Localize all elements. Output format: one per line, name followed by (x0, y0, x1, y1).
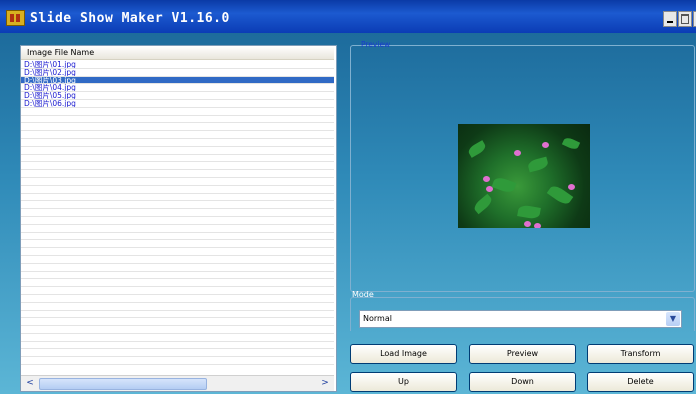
empty-list-row[interactable] (21, 279, 334, 288)
minimize-button[interactable] (663, 11, 677, 27)
empty-list-row[interactable] (21, 155, 334, 163)
preview-button[interactable]: Preview (469, 344, 576, 364)
empty-list-row[interactable] (21, 233, 334, 241)
preview-group-label: Preview (361, 40, 391, 49)
empty-list-row[interactable] (21, 240, 334, 249)
empty-list-row[interactable] (21, 209, 334, 217)
list-item[interactable]: D:\图片\01.jpg (21, 61, 334, 69)
mode-label: Mode (352, 290, 374, 299)
empty-list-row[interactable] (21, 194, 334, 202)
list-rows[interactable]: D:\图片\01.jpg D:\图片\02.jpg D:\图片\03.jpg D:\图… (21, 61, 334, 371)
empty-list-row[interactable] (21, 139, 334, 147)
empty-list-row[interactable] (21, 318, 334, 327)
empty-list-row[interactable] (21, 225, 334, 233)
empty-list-row[interactable] (21, 326, 334, 334)
scroll-right-button[interactable]: > (318, 377, 332, 389)
mode-select[interactable]: Normal ▼ (359, 310, 682, 328)
empty-list-row[interactable] (21, 186, 334, 194)
list-item[interactable]: D:\图片\03.jpg (21, 76, 334, 85)
up-button[interactable]: Up (350, 372, 457, 392)
mode-select-value: Normal (363, 314, 392, 323)
empty-list-row[interactable] (21, 272, 334, 280)
scroll-left-button[interactable]: < (23, 377, 37, 389)
empty-list-row[interactable] (21, 295, 334, 303)
load-image-button[interactable]: Load Image (350, 344, 457, 364)
empty-list-row[interactable] (21, 342, 334, 350)
delete-button[interactable]: Delete (587, 372, 694, 392)
app-icon[interactable] (6, 10, 25, 26)
empty-list-row[interactable] (21, 123, 334, 132)
horizontal-scrollbar[interactable]: < > (21, 375, 334, 391)
list-column-header[interactable]: Image File Name (21, 46, 334, 60)
empty-list-row[interactable] (21, 334, 334, 342)
empty-list-row[interactable] (21, 264, 334, 272)
list-item[interactable]: D:\图片\04.jpg (21, 84, 334, 93)
list-item[interactable]: D:\图片\05.jpg (21, 92, 334, 100)
empty-list-row[interactable] (21, 131, 334, 139)
empty-list-row[interactable] (21, 201, 334, 210)
empty-list-row[interactable] (21, 178, 334, 186)
preview-group: Preview (350, 40, 695, 292)
scroll-thumb[interactable] (39, 378, 207, 390)
empty-list-row[interactable] (21, 108, 334, 116)
empty-list-row[interactable] (21, 287, 334, 295)
list-item[interactable]: D:\图片\06.jpg (21, 100, 334, 108)
empty-list-row[interactable] (21, 349, 334, 358)
image-file-list[interactable]: Image File Name D:\图片\01.jpg D:\图片\02.jpg… (20, 45, 337, 392)
empty-list-row[interactable] (21, 147, 334, 155)
empty-list-row[interactable] (21, 248, 334, 256)
empty-list-row[interactable] (21, 170, 334, 178)
title-bar[interactable]: Slide Show Maker V1.16.0 (0, 0, 696, 33)
empty-list-row[interactable] (21, 116, 334, 124)
list-item[interactable]: D:\图片\02.jpg (21, 69, 334, 77)
empty-list-row[interactable] (21, 303, 334, 311)
empty-list-row[interactable] (21, 162, 334, 171)
chevron-down-icon[interactable]: ▼ (666, 312, 680, 326)
empty-list-row[interactable] (21, 217, 334, 225)
transform-button[interactable]: Transform (587, 344, 694, 364)
empty-list-row[interactable] (21, 357, 334, 366)
preview-image (458, 124, 590, 228)
window-title: Slide Show Maker V1.16.0 (30, 11, 230, 26)
maximize-button[interactable] (678, 11, 692, 27)
empty-list-row[interactable] (21, 256, 334, 264)
empty-list-row[interactable] (21, 311, 334, 319)
down-button[interactable]: Down (469, 372, 576, 392)
